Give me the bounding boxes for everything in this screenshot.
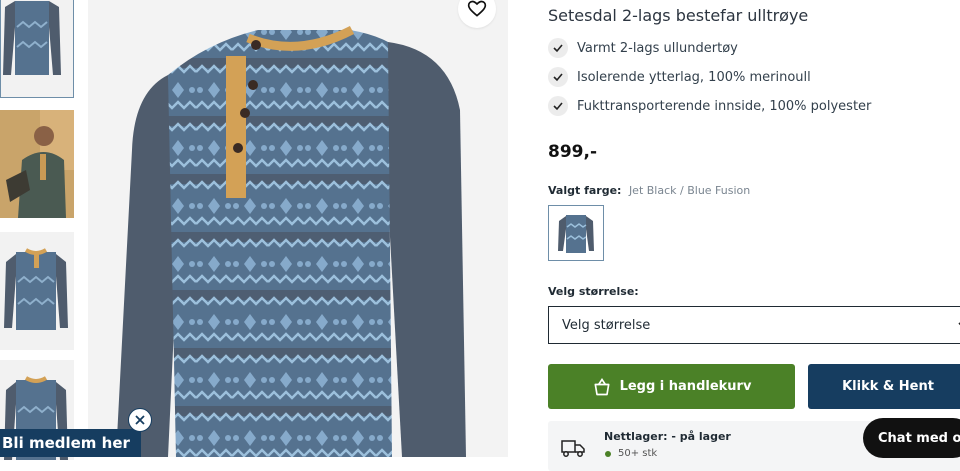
close-icon <box>135 415 145 425</box>
feature-text: Isolerende ytterlag, 100% merinoull <box>577 69 811 85</box>
feature-item: Fukttransporterende innside, 100% polyes… <box>548 96 871 116</box>
color-swatch-selected[interactable] <box>548 205 604 261</box>
chat-label: Chat med oss <box>878 430 960 446</box>
product-image[interactable] <box>88 0 508 457</box>
heart-icon <box>467 0 487 17</box>
color-value: Jet Black / Blue Fusion <box>628 184 751 197</box>
feature-item: Isolerende ytterlag, 100% merinoull <box>548 67 811 87</box>
member-banner-label: Bli medlem her <box>2 434 130 452</box>
stock-status-dot <box>605 451 611 457</box>
click-collect-button[interactable]: Klikk & Hent <box>808 364 960 409</box>
color-row: Valgt farge: Jet Black / Blue Fusion <box>548 184 750 197</box>
chat-button[interactable]: Chat med oss <box>863 418 960 458</box>
feature-text: Varmt 2-lags ullundertøy <box>577 40 738 56</box>
feature-text: Fukttransporterende innside, 100% polyes… <box>577 98 872 114</box>
click-collect-label: Klikk & Hent <box>842 379 934 394</box>
member-banner-close-button[interactable] <box>128 408 152 432</box>
bag-icon <box>594 377 610 395</box>
check-icon <box>548 38 568 58</box>
thumbnail-list <box>0 0 76 460</box>
size-select-value: Velg størrelse <box>562 317 651 333</box>
thumbnail-front-active[interactable] <box>0 0 74 98</box>
thumbnail-front[interactable] <box>0 232 74 350</box>
stock-quantity: 50+ stk <box>618 448 658 459</box>
truck-icon <box>561 440 585 457</box>
size-label: Velg størrelse: <box>548 285 639 298</box>
product-price: 899,- <box>548 142 597 162</box>
check-icon <box>548 96 568 116</box>
size-select[interactable]: Velg størrelse <box>548 306 960 344</box>
add-to-cart-button[interactable]: Legg i handlekurv <box>548 364 795 409</box>
member-banner[interactable]: Bli medlem her <box>0 429 141 457</box>
thumbnail-model[interactable] <box>0 110 74 218</box>
check-icon <box>548 67 568 87</box>
color-label: Valgt farge: <box>548 184 622 197</box>
product-title: Setesdal 2-lags bestefar ulltrøye <box>548 6 809 25</box>
add-to-cart-label: Legg i handlekurv <box>619 379 752 394</box>
online-stock-text: Nettlager: - på lager <box>604 430 731 443</box>
feature-item: Varmt 2-lags ullundertøy <box>548 38 738 58</box>
